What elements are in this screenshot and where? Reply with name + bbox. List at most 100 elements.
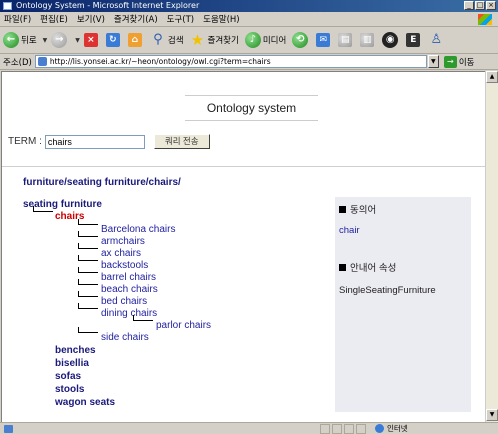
status-cell xyxy=(344,424,354,434)
window-title: Ontology System - Microsoft Internet Exp… xyxy=(16,1,200,10)
scroll-down-icon[interactable]: ▼ xyxy=(486,409,498,421)
address-input[interactable]: http://lis.yonsei.ac.kr/~heon/ontology/o… xyxy=(34,55,427,68)
forward-dropdown-icon[interactable]: ▼ xyxy=(75,37,80,44)
forward-button[interactable]: → xyxy=(51,32,69,48)
back-label: 뒤로 xyxy=(21,36,37,46)
tree-node-subclass[interactable]: bed chairs xyxy=(101,296,147,308)
square-bullet-icon xyxy=(339,264,346,271)
tree-node-subclass[interactable]: armchairs xyxy=(101,236,145,248)
forward-arrow-icon: → xyxy=(51,32,68,48)
people-icon: ♙ xyxy=(430,32,443,47)
back-button[interactable]: ← 뒤로 xyxy=(3,32,37,48)
synonym-heading: 동의어 xyxy=(339,202,376,216)
go-label: 이동 xyxy=(458,57,475,68)
edit-icon: ▥ xyxy=(360,33,375,47)
media-button[interactable]: ♪ 미디어 xyxy=(244,32,287,48)
edit-button[interactable]: ▥ xyxy=(360,33,376,47)
window-title-bar[interactable]: Ontology System - Microsoft Internet Exp… xyxy=(0,0,498,12)
go-button[interactable]: → 이동 xyxy=(443,55,475,68)
menu-bar: 파일(F) 편집(E) 보기(V) 즐겨찾기(A) 도구(T) 도움말(H) xyxy=(0,12,498,27)
page-icon xyxy=(37,57,47,66)
address-url: http://lis.yonsei.ac.kr/~heon/ontology/o… xyxy=(49,57,271,66)
guide-value: SingleSeatingFurniture xyxy=(339,285,436,296)
history-button[interactable]: ⟲ xyxy=(292,32,310,48)
menu-view[interactable]: 보기(V) xyxy=(77,13,105,25)
stop-button[interactable]: × xyxy=(83,33,100,47)
tree-node-subclass[interactable]: side chairs xyxy=(101,332,149,344)
tree-connector xyxy=(78,219,98,225)
status-cell xyxy=(356,424,366,434)
tree-connector xyxy=(78,279,98,285)
search-label: 검색 xyxy=(167,36,184,46)
status-cell xyxy=(320,424,330,434)
address-dropdown-icon[interactable]: ▼ xyxy=(427,55,439,68)
print-button[interactable]: ▤ xyxy=(338,33,354,47)
guide-heading-text: 안내어 속성 xyxy=(350,263,397,274)
mail-button[interactable]: ✉ xyxy=(316,33,332,47)
mail-icon: ✉ xyxy=(316,33,331,47)
zone-label: 인터넷 xyxy=(387,424,408,433)
scroll-up-icon[interactable]: ▲ xyxy=(486,71,498,83)
messenger-icon: E xyxy=(406,33,421,47)
synonym-heading-text: 동의어 xyxy=(350,205,377,216)
close-button[interactable]: × xyxy=(486,1,496,10)
tree-node-sibling[interactable]: benches xyxy=(55,345,96,357)
menu-tools[interactable]: 도구(T) xyxy=(167,13,194,25)
minimize-button[interactable]: _ xyxy=(464,1,474,10)
windows-logo-icon xyxy=(478,14,492,25)
guide-heading: 안내어 속성 xyxy=(339,260,396,274)
tree-node-sibling[interactable]: stools xyxy=(55,384,84,396)
refresh-button[interactable]: ↻ xyxy=(105,33,122,47)
vertical-scrollbar[interactable]: ▲ ▼ xyxy=(485,71,498,422)
favorites-label: 즐겨찾기 xyxy=(207,36,239,46)
page-content: Ontology system TERM : chairs 쿼리 전송 furn… xyxy=(1,71,485,422)
discuss-button[interactable]: ◉ xyxy=(382,32,400,48)
favorites-button[interactable]: ★ 즐겨찾기 xyxy=(190,32,239,48)
people-button[interactable]: ♙ xyxy=(428,32,446,48)
tree-connector xyxy=(78,303,98,309)
security-zone: 인터넷 xyxy=(375,423,408,434)
internet-globe-icon xyxy=(375,424,384,433)
stop-icon: × xyxy=(83,33,98,47)
messenger-button[interactable]: E xyxy=(406,33,422,47)
refresh-icon: ↻ xyxy=(105,33,120,47)
tree-node-grandchild[interactable]: parlor chairs xyxy=(156,320,211,332)
tree-node-subclass[interactable]: barrel chairs xyxy=(101,272,156,284)
info-side-panel: 동의어 chair 안내어 속성 SingleSeatingFurniture xyxy=(335,197,471,412)
maximize-button[interactable]: □ xyxy=(475,1,485,10)
address-bar: 주소(D) http://lis.yonsei.ac.kr/~heon/onto… xyxy=(0,54,498,70)
menu-help[interactable]: 도움말(H) xyxy=(203,13,239,25)
tree-connector xyxy=(33,206,53,212)
go-arrow-icon: → xyxy=(443,55,457,68)
synonym-value[interactable]: chair xyxy=(339,225,360,236)
search-button[interactable]: ⚲ 검색 xyxy=(150,32,184,48)
media-label: 미디어 xyxy=(262,36,287,46)
tree-connector xyxy=(78,243,98,249)
tree-node-sibling[interactable]: sofas xyxy=(55,371,81,383)
tree-connector xyxy=(78,231,98,237)
status-cell xyxy=(332,424,342,434)
tree-node-subclass[interactable]: beach chairs xyxy=(101,284,158,296)
address-label: 주소(D) xyxy=(3,57,32,68)
tree-connector xyxy=(78,267,98,273)
ontology-tree: seating furniture chairs Barcelona chair… xyxy=(2,72,332,422)
tree-node-sibling[interactable]: wagon seats xyxy=(55,397,115,409)
tree-connector xyxy=(78,291,98,297)
menu-edit[interactable]: 편집(E) xyxy=(40,13,68,25)
menu-file[interactable]: 파일(F) xyxy=(4,13,31,25)
discuss-icon: ◉ xyxy=(382,32,399,48)
tree-connector xyxy=(133,315,153,321)
tree-node-subclass[interactable]: ax chairs xyxy=(101,248,141,260)
tree-node-sibling[interactable]: bisellia xyxy=(55,358,89,370)
search-icon: ⚲ xyxy=(153,32,163,47)
status-page-icon xyxy=(4,425,13,433)
tree-node-subclass[interactable]: backstools xyxy=(101,260,148,272)
home-button[interactable]: ⌂ xyxy=(127,33,144,47)
back-dropdown-icon[interactable]: ▼ xyxy=(43,37,48,44)
tree-connector xyxy=(78,327,98,333)
menu-favorites[interactable]: 즐겨찾기(A) xyxy=(114,13,158,25)
ie-app-icon xyxy=(3,2,12,10)
home-icon: ⌂ xyxy=(127,33,142,47)
back-arrow-icon: ← xyxy=(3,32,19,48)
tree-node-subclass[interactable]: Barcelona chairs xyxy=(101,224,175,236)
